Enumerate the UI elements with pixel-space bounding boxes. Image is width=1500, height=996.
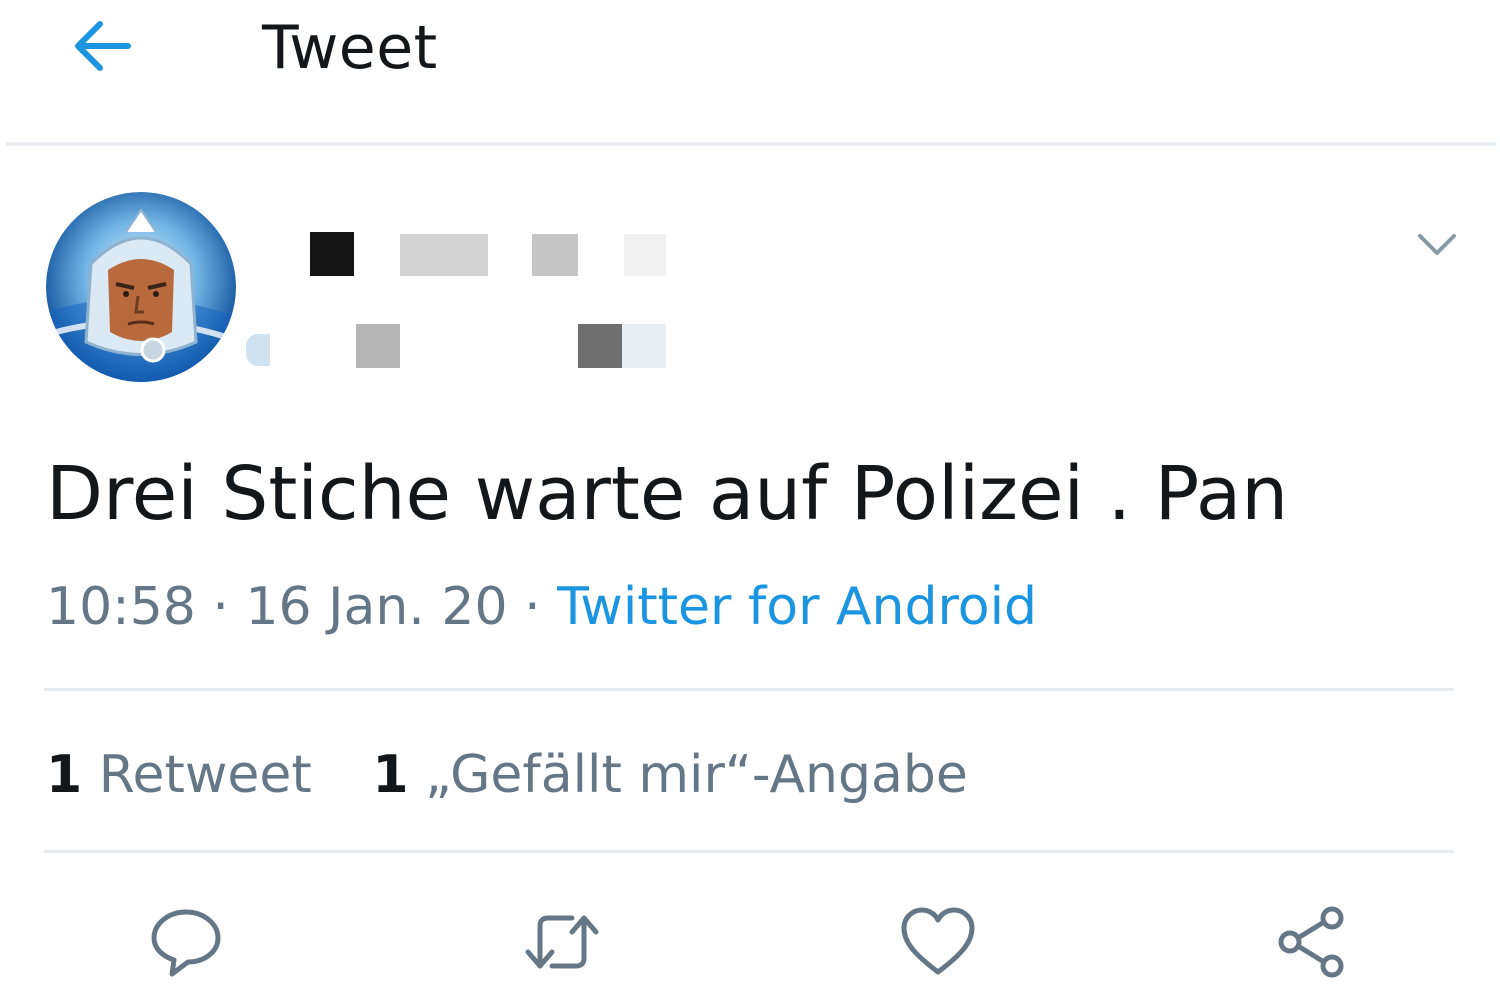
tweet-menu-button[interactable] [1412,222,1462,266]
retweet-icon [525,915,599,969]
retweets-stat[interactable]: 1 Retweet [46,742,312,808]
header-divider [6,142,1496,146]
meta-separator: · [212,577,229,637]
reply-button[interactable] [146,904,226,980]
page-title: Tweet [262,13,438,83]
heart-icon [901,907,975,975]
chevron-down-icon [1418,234,1456,255]
tweet-time: 10:58 [46,577,196,637]
likes-label: „Gefällt mir“-Angabe [425,745,968,805]
divider [44,850,1454,853]
likes-count: 1 [372,745,409,805]
retweets-label: Retweet [98,745,312,805]
avatar-image [46,192,236,382]
share-icon [1278,906,1344,978]
likes-stat[interactable]: 1 „Gefällt mir“-Angabe [372,742,968,808]
meta-separator: · [524,577,541,637]
retweets-count: 1 [46,745,83,805]
tweet-text: Drei Stiche warte auf Polizei . Pan [46,451,1289,537]
divider [44,688,1454,691]
tweet-stats: 1 Retweet 1 „Gefällt mir“-Angabe [46,742,968,808]
handle-redacted [240,312,730,372]
display-name-redacted [240,222,680,282]
arrow-left-icon [75,21,131,71]
tweet-meta: 10:58 · 16 Jan. 20 · Twitter for Android [46,574,1037,640]
action-bar [0,880,1500,996]
tweet-source-link[interactable]: Twitter for Android [557,577,1037,637]
tweet-date: 16 Jan. 20 [245,577,508,637]
avatar[interactable] [46,192,236,382]
top-bar: Tweet [0,0,1500,146]
back-button[interactable] [66,14,138,78]
share-button[interactable] [1272,904,1352,980]
reply-icon [151,909,221,977]
retweet-button[interactable] [520,904,600,980]
like-button[interactable] [898,904,978,980]
